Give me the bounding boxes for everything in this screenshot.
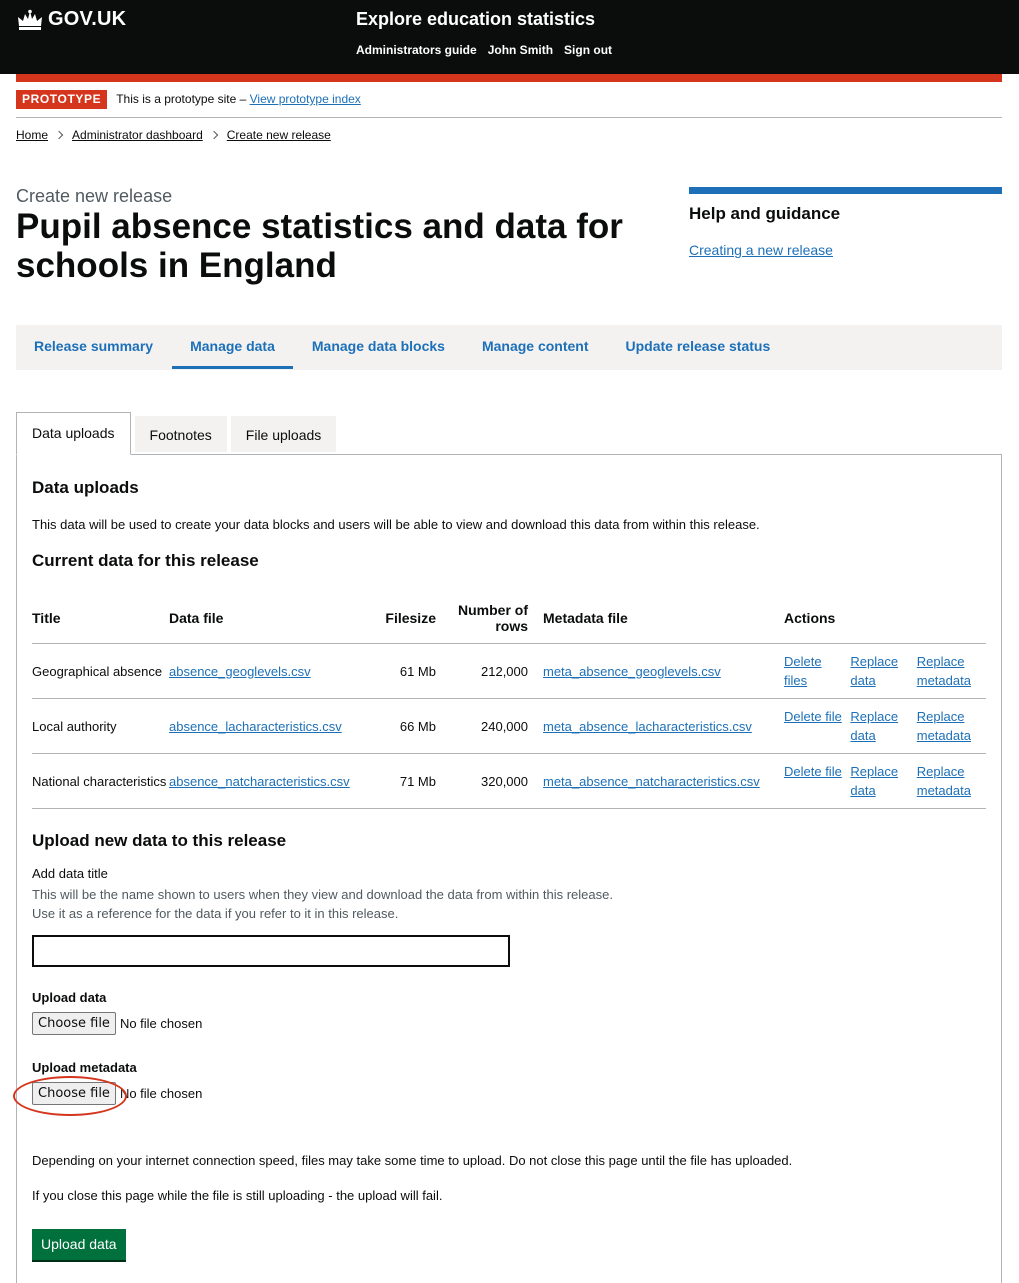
header-nav-user[interactable]: John Smith bbox=[488, 43, 553, 57]
upload-metadata-label: Upload metadata bbox=[32, 1060, 137, 1075]
site-header: GOV.UK Explore education statistics Admi… bbox=[0, 0, 1019, 74]
cell-rows: 240,000 bbox=[481, 718, 528, 734]
header-nav-sign-out[interactable]: Sign out bbox=[564, 43, 612, 57]
replace-metadata-link[interactable]: Replace metadata bbox=[917, 707, 986, 745]
header-nav: Administrators guide John Smith Sign out bbox=[356, 43, 612, 57]
nav-tab-manage-content[interactable]: Manage content bbox=[464, 325, 607, 370]
metadata-file-link[interactable]: meta_absence_lacharacteristics.csv bbox=[543, 719, 752, 734]
cell-filesize: 71 Mb bbox=[399, 773, 436, 789]
col-header-metadata: Metadata file bbox=[543, 609, 628, 626]
upload-note-warning: If you close this page while the file is… bbox=[32, 1188, 443, 1203]
cell-filesize: 66 Mb bbox=[399, 718, 436, 734]
logo-text: GOV.UK bbox=[48, 8, 127, 30]
table-row: Local authority absence_lacharacteristic… bbox=[32, 699, 986, 754]
phase-text-label: This is a prototype site – bbox=[116, 92, 247, 106]
nav-tab-release-summary[interactable]: Release summary bbox=[16, 325, 171, 370]
section-heading: Data uploads bbox=[32, 478, 139, 497]
service-name[interactable]: Explore education statistics bbox=[356, 9, 595, 30]
data-title-hint: This will be the name shown to users whe… bbox=[32, 885, 613, 923]
table-header-row: Title Data file Filesize Number of rows … bbox=[32, 592, 986, 644]
metadata-file-link[interactable]: meta_absence_geoglevels.csv bbox=[543, 664, 721, 679]
breadcrumb-admin-dashboard[interactable]: Administrator dashboard bbox=[72, 128, 203, 142]
upload-data-button[interactable]: Upload data bbox=[32, 1229, 126, 1260]
nav-tab-manage-data-blocks[interactable]: Manage data blocks bbox=[294, 325, 463, 370]
data-file-link[interactable]: absence_natcharacteristics.csv bbox=[169, 774, 350, 789]
data-title-label: Add data title bbox=[32, 866, 108, 881]
cell-title: Geographical absence bbox=[32, 663, 163, 679]
help-link-new-release[interactable]: Creating a new release bbox=[689, 242, 1002, 258]
upload-heading: Upload new data to this release bbox=[32, 831, 287, 850]
cell-rows: 212,000 bbox=[481, 663, 528, 679]
col-header-title: Title bbox=[32, 609, 61, 626]
replace-metadata-link[interactable]: Replace metadata bbox=[917, 652, 986, 690]
col-header-filesize: Filesize bbox=[385, 609, 436, 626]
col-header-data-file: Data file bbox=[169, 609, 224, 626]
page-caption: Create new release bbox=[16, 186, 173, 206]
data-file-link[interactable]: absence_geoglevels.csv bbox=[169, 664, 311, 679]
section-lead: This data will be used to create your da… bbox=[32, 517, 760, 532]
help-guidance: Help and guidance Creating a new release bbox=[689, 187, 1002, 258]
col-header-rows: Number of rows bbox=[458, 601, 528, 634]
table-row: Geographical absence absence_geoglevels.… bbox=[32, 644, 986, 699]
tab-file-uploads[interactable]: File uploads bbox=[230, 416, 337, 452]
phase-text: This is a prototype site – View prototyp… bbox=[116, 90, 361, 109]
upload-data-file-input: Choose file No file chosen bbox=[32, 1012, 202, 1035]
chevron-right-icon bbox=[54, 130, 64, 140]
choose-data-file-button[interactable]: Choose file bbox=[32, 1012, 116, 1035]
upload-note-speed: Depending on your internet connection sp… bbox=[32, 1153, 793, 1168]
prototype-index-link[interactable]: View prototype index bbox=[250, 92, 361, 106]
phase-tag: PROTOTYPE bbox=[16, 90, 108, 109]
current-data-heading: Current data for this release bbox=[32, 551, 259, 570]
header-accent-bar bbox=[16, 74, 1002, 82]
annotation-circle bbox=[13, 1076, 127, 1116]
data-table: Title Data file Filesize Number of rows … bbox=[32, 592, 986, 809]
data-file-link[interactable]: absence_lacharacteristics.csv bbox=[169, 719, 342, 734]
breadcrumb: Home Administrator dashboard Create new … bbox=[16, 128, 331, 142]
header-nav-admin-guide[interactable]: Administrators guide bbox=[356, 43, 477, 57]
tab-data-uploads[interactable]: Data uploads bbox=[16, 412, 131, 455]
cell-rows: 320,000 bbox=[481, 773, 528, 789]
replace-metadata-link[interactable]: Replace metadata bbox=[917, 762, 986, 800]
page-title: Pupil absence statistics and data for sc… bbox=[16, 207, 623, 285]
cell-title: National characteristics bbox=[32, 773, 167, 789]
cell-filesize: 61 Mb bbox=[399, 663, 436, 679]
metadata-file-link[interactable]: meta_absence_natcharacteristics.csv bbox=[543, 774, 760, 789]
replace-data-link[interactable]: Replace data bbox=[850, 762, 908, 800]
col-header-actions: Actions bbox=[784, 609, 836, 626]
breadcrumb-home[interactable]: Home bbox=[16, 128, 48, 142]
phase-banner: PROTOTYPE This is a prototype site – Vie… bbox=[16, 90, 1002, 118]
chevron-right-icon bbox=[209, 130, 218, 140]
help-title: Help and guidance bbox=[689, 204, 841, 223]
delete-files-link[interactable]: Delete files bbox=[784, 652, 842, 690]
upload-data-label: Upload data bbox=[32, 990, 107, 1005]
tab-footnotes[interactable]: Footnotes bbox=[134, 416, 227, 452]
release-nav: Release summary Manage data Manage data … bbox=[16, 325, 1002, 370]
data-file-status: No file chosen bbox=[119, 1016, 203, 1031]
data-title-hint-line-1: This will be the name shown to users whe… bbox=[32, 887, 613, 902]
nav-tab-manage-data[interactable]: Manage data bbox=[172, 325, 293, 370]
table-row: National characteristics absence_natchar… bbox=[32, 754, 986, 809]
delete-file-link[interactable]: Delete file bbox=[784, 762, 842, 800]
data-title-hint-line-2: Use it as a reference for the data if yo… bbox=[32, 906, 399, 921]
govuk-logo[interactable]: GOV.UK bbox=[16, 8, 126, 31]
data-tabs: Data uploads Footnotes File uploads bbox=[16, 412, 337, 455]
breadcrumb-create-release[interactable]: Create new release bbox=[227, 128, 331, 142]
delete-file-link[interactable]: Delete file bbox=[784, 707, 842, 745]
data-title-input[interactable] bbox=[32, 935, 510, 967]
replace-data-link[interactable]: Replace data bbox=[850, 652, 908, 690]
replace-data-link[interactable]: Replace data bbox=[850, 707, 908, 745]
metadata-file-status: No file chosen bbox=[119, 1086, 203, 1101]
cell-title: Local authority bbox=[32, 718, 117, 734]
nav-tab-update-status[interactable]: Update release status bbox=[608, 325, 789, 370]
crown-icon bbox=[18, 9, 42, 30]
